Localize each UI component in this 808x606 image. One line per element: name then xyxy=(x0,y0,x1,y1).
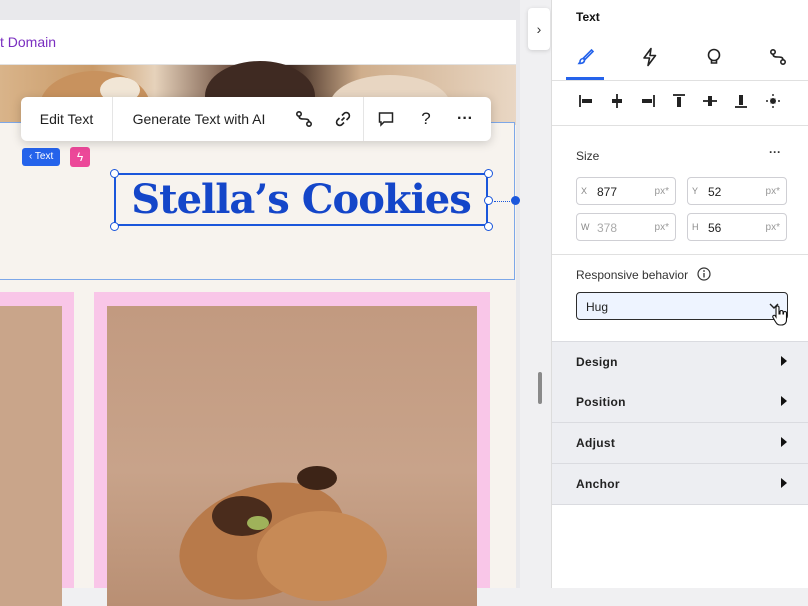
caret-right-icon xyxy=(781,356,787,366)
accordion-position[interactable]: Position xyxy=(552,382,808,423)
resize-handle-br[interactable] xyxy=(484,222,493,231)
y-position-field[interactable]: Y 52 px* xyxy=(687,177,787,205)
domain-text[interactable]: t Domain xyxy=(0,34,56,50)
drag-handle-dot[interactable] xyxy=(511,196,520,205)
accordion-adjust[interactable]: Adjust xyxy=(552,423,808,464)
tab-design-brush-icon[interactable] xyxy=(554,34,618,80)
canvas-scrollbar[interactable] xyxy=(538,372,542,404)
caret-right-icon xyxy=(781,478,787,488)
alignment-toolbar xyxy=(552,81,808,126)
align-right-icon[interactable] xyxy=(638,91,658,111)
site-title[interactable]: Stella’s Cookies xyxy=(116,175,486,224)
responsive-behavior-select[interactable]: Hug xyxy=(576,292,788,320)
inspector-panel: Text Size ··· X 877 px* Y 52 px* W 378 p… xyxy=(551,0,808,588)
responsive-behavior-label: Responsive behavior xyxy=(576,268,689,282)
tab-animation-bolt-icon[interactable] xyxy=(618,34,682,80)
align-bottom-icon[interactable] xyxy=(731,91,751,111)
link-icon[interactable] xyxy=(323,97,363,141)
drag-connector xyxy=(494,201,510,202)
text-element-tag[interactable]: ‹ Text xyxy=(22,148,61,166)
site-title-selection[interactable]: Stella’s Cookies xyxy=(114,173,488,226)
connect-icon[interactable] xyxy=(285,97,323,141)
x-position-field[interactable]: X 877 px* xyxy=(576,177,676,205)
collapse-panel-button[interactable]: › xyxy=(528,8,550,50)
resize-handle-right[interactable] xyxy=(484,196,493,205)
width-field[interactable]: W 378 px* xyxy=(576,213,676,241)
edit-text-button[interactable]: Edit Text xyxy=(21,97,112,141)
resize-handle-tr[interactable] xyxy=(484,169,493,178)
editor-canvas: t Domain ‹ Text ϟ Stella’s Cookies Edit … xyxy=(0,0,520,606)
accordion-design[interactable]: Design xyxy=(552,341,808,383)
cookie-photo-left[interactable] xyxy=(0,306,62,606)
resize-handle-tl[interactable] xyxy=(110,169,119,178)
inspector-tabs xyxy=(552,34,808,81)
tab-connect-icon[interactable] xyxy=(746,34,808,80)
hand-cursor-icon xyxy=(772,305,788,326)
accordion-anchor[interactable]: Anchor xyxy=(552,464,808,505)
animation-bolt-tag[interactable]: ϟ xyxy=(70,147,90,167)
size-more-button[interactable]: ··· xyxy=(769,145,781,159)
resize-handle-bl[interactable] xyxy=(110,222,119,231)
size-label: Size xyxy=(576,149,600,163)
more-actions-button[interactable]: ··· xyxy=(444,97,486,141)
help-button[interactable]: ? xyxy=(408,97,444,141)
chevron-right-icon: › xyxy=(536,21,542,37)
tab-ai-bulb-icon[interactable] xyxy=(682,34,746,80)
active-tab-indicator xyxy=(566,77,604,80)
caret-right-icon xyxy=(781,396,787,406)
info-icon[interactable] xyxy=(697,267,711,281)
distribute-icon[interactable] xyxy=(763,91,783,111)
height-field[interactable]: H 56 px* xyxy=(687,213,787,241)
text-floating-toolbar: Edit Text Generate Text with AI ? ··· xyxy=(21,97,491,141)
domain-bar: t Domain xyxy=(0,20,516,65)
panel-title: Text xyxy=(576,10,600,24)
cookie-photo-main[interactable] xyxy=(107,306,477,606)
generate-text-ai-button[interactable]: Generate Text with AI xyxy=(113,97,285,141)
align-center-vertical-icon[interactable] xyxy=(700,91,720,111)
align-left-icon[interactable] xyxy=(576,91,596,111)
align-top-icon[interactable] xyxy=(669,91,689,111)
comment-icon[interactable] xyxy=(364,97,408,141)
caret-right-icon xyxy=(781,437,787,447)
align-center-horizontal-icon[interactable] xyxy=(607,91,627,111)
